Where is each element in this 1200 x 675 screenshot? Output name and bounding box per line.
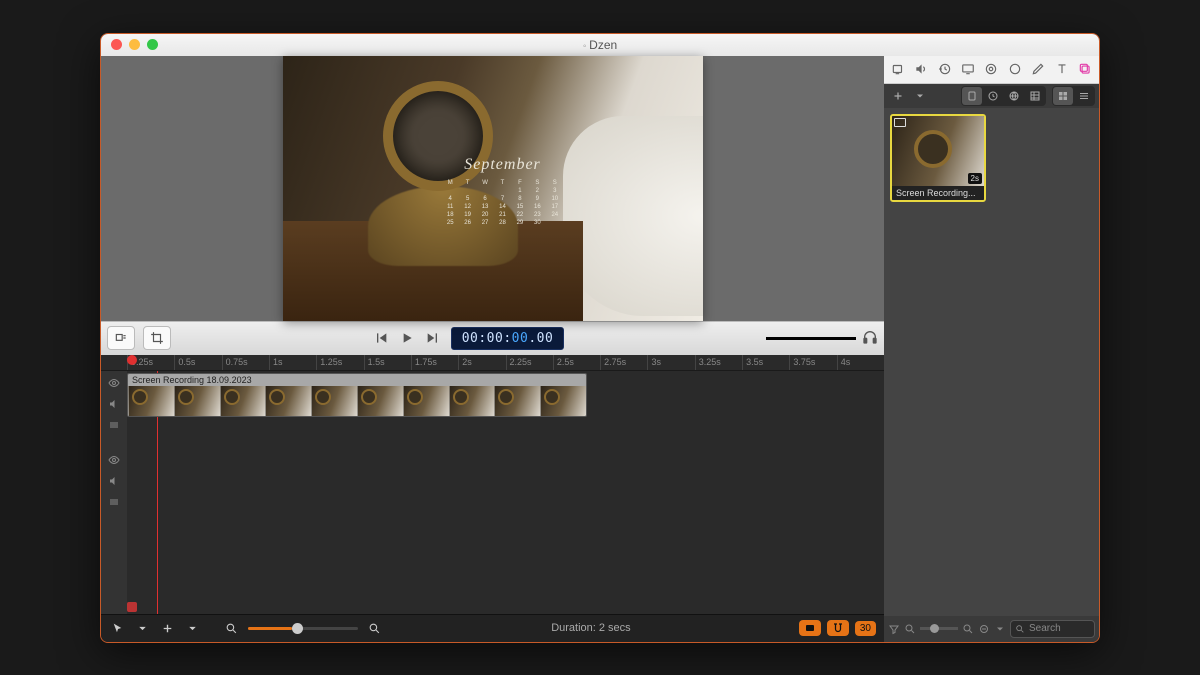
library-searchbar: Search [884, 616, 1099, 642]
asset-name: Screen Recording... [892, 186, 984, 200]
next-button[interactable] [425, 330, 441, 346]
ruler-tick[interactable]: 4s [837, 355, 884, 370]
add-asset-menu[interactable] [910, 87, 930, 105]
export-badge[interactable] [799, 620, 821, 636]
app-window: Dzen September MTWTFSS123456789101112131… [100, 33, 1100, 643]
library-icon[interactable] [1076, 59, 1095, 79]
visibility-icon-2[interactable] [108, 454, 120, 469]
zoom-in-icon[interactable] [366, 620, 383, 637]
ruler-tick[interactable]: 1s [269, 355, 316, 370]
add-menu[interactable] [184, 620, 201, 637]
playhead[interactable] [127, 355, 137, 365]
ruler-tick[interactable]: 3.5s [742, 355, 789, 370]
timeline-clip[interactable]: Screen Recording 18.09.2023 [127, 373, 587, 417]
asset-duration: 2s [968, 173, 982, 184]
pointer-menu[interactable] [134, 620, 151, 637]
track-gutter [101, 371, 127, 614]
history-icon[interactable] [935, 59, 954, 79]
audio-icon-2[interactable] [108, 475, 120, 490]
grid-view-button[interactable] [1053, 87, 1073, 105]
audio-icon[interactable] [108, 398, 120, 413]
ruler-tick[interactable]: 2.25s [506, 355, 553, 370]
timeline[interactable]: Screen Recording 18.09.2023 [101, 371, 884, 614]
reorder-icon[interactable] [108, 419, 120, 434]
ruler-tick[interactable]: 1.5s [364, 355, 411, 370]
play-button[interactable] [399, 330, 415, 346]
library-panel: 2s Screen Recording... Search [884, 56, 1099, 642]
preview-area: September MTWTFSS12345678910111213141516… [101, 56, 884, 321]
ruler-tick[interactable]: 3.25s [695, 355, 742, 370]
ruler-tick[interactable]: 1.25s [316, 355, 363, 370]
ruler-tick[interactable]: 2.75s [600, 355, 647, 370]
lib-zoom-in-icon[interactable] [962, 623, 974, 635]
screen-indicator-icon [894, 118, 906, 127]
pointer-tool[interactable] [109, 620, 126, 637]
filter-dropdown[interactable] [888, 623, 900, 635]
draw-icon[interactable] [1029, 59, 1048, 79]
timeline-ruler[interactable]: 0.25s0.5s0.75s1s1.25s1.5s1.75s2s2.25s2.5… [101, 355, 884, 371]
list-view-button[interactable] [1074, 87, 1094, 105]
reorder-icon-2[interactable] [108, 496, 120, 511]
ruler-tick[interactable]: 2.5s [553, 355, 600, 370]
text-icon[interactable] [1052, 59, 1071, 79]
window-title: Dzen [101, 38, 1099, 52]
volume-control[interactable] [766, 329, 878, 348]
ruler-tick[interactable]: 3s [647, 355, 694, 370]
ruler-tick[interactable]: 3.75s [789, 355, 836, 370]
timeline-zoom-slider[interactable] [248, 627, 358, 630]
snap-badge[interactable] [827, 620, 849, 636]
add-asset-button[interactable] [888, 87, 908, 105]
library-content[interactable]: 2s Screen Recording... [884, 108, 1099, 616]
filter-table[interactable] [1025, 87, 1045, 105]
display-icon[interactable] [958, 59, 977, 79]
zoom-out-icon[interactable] [223, 620, 240, 637]
lib-settings-icon[interactable] [978, 623, 990, 635]
visibility-icon[interactable] [108, 377, 120, 392]
recording-icon[interactable] [888, 59, 907, 79]
library-search[interactable]: Search [1010, 620, 1095, 638]
target-icon[interactable] [982, 59, 1001, 79]
preview-canvas[interactable]: September MTWTFSS12345678910111213141516… [283, 56, 703, 321]
previous-button[interactable] [373, 330, 389, 346]
crop-button[interactable] [143, 326, 171, 350]
filter-recordings[interactable] [962, 87, 982, 105]
timecode-display[interactable]: 00:00:00.00 [451, 327, 565, 350]
duration-label: Duration: 2 secs [391, 622, 791, 634]
end-marker[interactable] [127, 602, 137, 612]
search-icon [1015, 624, 1025, 634]
library-zoom-slider[interactable] [920, 627, 958, 630]
ruler-tick[interactable]: 0.75s [222, 355, 269, 370]
fps-badge[interactable]: 30 [855, 621, 876, 636]
ruler-tick[interactable]: 0.5s [174, 355, 221, 370]
calendar-month: September [443, 156, 563, 174]
fit-button[interactable] [107, 326, 135, 350]
library-topbar [884, 56, 1099, 84]
playback-bar: 00:00:00.00 [101, 321, 884, 355]
search-placeholder: Search [1029, 623, 1061, 634]
audio-tool-icon[interactable] [911, 59, 930, 79]
filter-audio[interactable] [983, 87, 1003, 105]
lib-settings-menu[interactable] [994, 623, 1006, 635]
ruler-tick[interactable]: 2s [458, 355, 505, 370]
ruler-tick[interactable]: 1.75s [411, 355, 458, 370]
status-bar: Duration: 2 secs 30 [101, 614, 884, 642]
library-asset[interactable]: 2s Screen Recording... [890, 114, 986, 202]
library-filterbar [884, 84, 1099, 108]
add-button[interactable] [159, 620, 176, 637]
filter-web[interactable] [1004, 87, 1024, 105]
headphones-icon [862, 329, 878, 348]
shape-icon[interactable] [1005, 59, 1024, 79]
clip-label: Screen Recording 18.09.2023 [128, 374, 586, 386]
titlebar: Dzen [101, 34, 1099, 56]
lib-zoom-out-icon[interactable] [904, 623, 916, 635]
